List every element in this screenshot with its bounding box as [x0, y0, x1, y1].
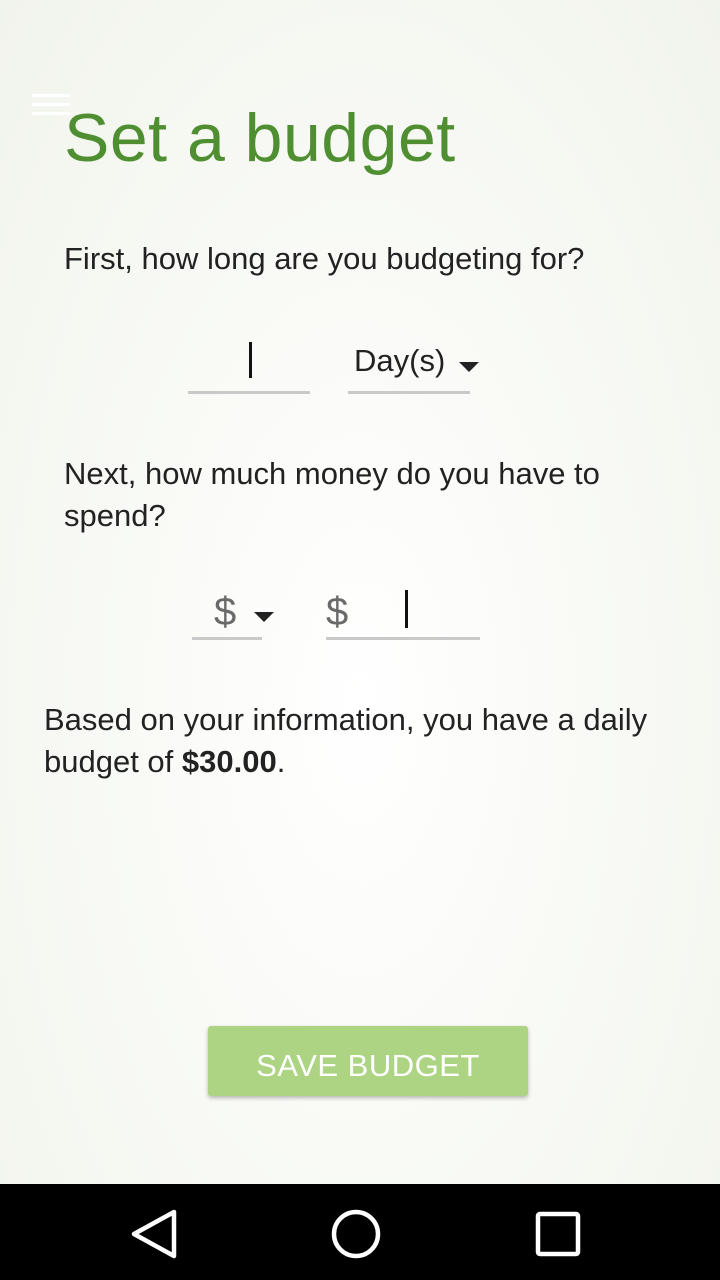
save-budget-button[interactable]: SAVE BUDGET — [208, 1026, 528, 1096]
period-selected-value: Day(s) — [354, 343, 446, 378]
text-cursor — [405, 590, 408, 628]
summary-text: Based on your information, you have a da… — [44, 702, 648, 779]
system-navigation-bar — [0, 1184, 720, 1280]
dropdown-arrow-icon — [254, 612, 274, 622]
duration-input[interactable] — [188, 340, 310, 394]
currency-dropdown[interactable]: $ — [192, 590, 274, 640]
amount-currency-prefix: $ — [326, 590, 349, 634]
daily-budget-amount: $30.00 — [181, 744, 277, 779]
recents-square-icon[interactable] — [532, 1208, 584, 1260]
amount-input[interactable]: $ — [326, 590, 480, 640]
budget-screen: Set a budget First, how long are you bud… — [0, 0, 720, 1184]
dropdown-arrow-icon — [459, 362, 479, 372]
money-question: Next, how much money do you have to spen… — [64, 456, 600, 533]
home-circle-icon[interactable] — [330, 1208, 382, 1260]
back-triangle-icon[interactable] — [128, 1208, 180, 1260]
text-cursor — [249, 342, 252, 378]
currency-selected-value: $ — [214, 590, 237, 634]
daily-budget-summary: Based on your information, you have a da… — [44, 699, 694, 783]
summary-end: . — [276, 744, 286, 779]
duration-question: First, how long are you budgeting for? — [64, 241, 585, 276]
period-dropdown[interactable]: Day(s) — [348, 340, 479, 394]
page-title: Set a budget — [64, 100, 456, 176]
